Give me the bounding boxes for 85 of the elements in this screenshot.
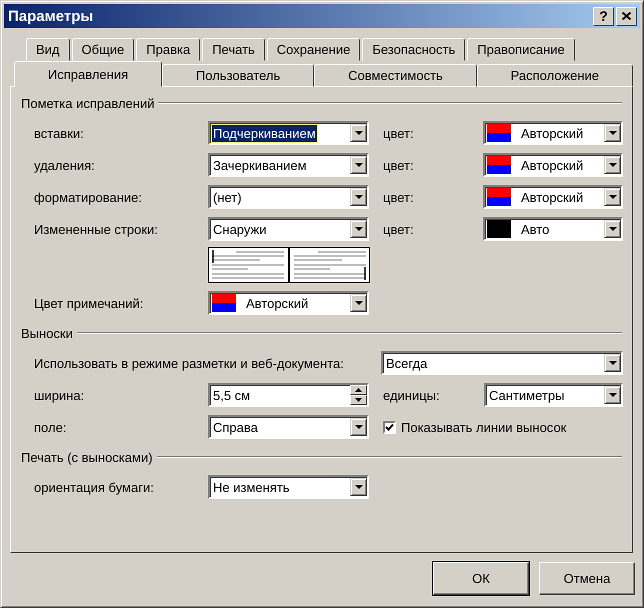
caret-up-icon: [355, 388, 362, 392]
dropdown-arrow-button[interactable]: [350, 478, 367, 496]
color-swatch-icon: [212, 294, 236, 312]
section-title: Выноски: [21, 326, 73, 340]
field-label: Цвет примечаний:: [34, 296, 144, 310]
caret-down-icon: [608, 131, 616, 135]
dropdown-arrow-button[interactable]: [350, 124, 367, 142]
tab[interactable]: Правка: [136, 38, 200, 61]
dialog-button[interactable]: Отмена: [539, 562, 635, 595]
caret-down-icon: [608, 393, 616, 397]
field-label: цвет:: [382, 222, 415, 236]
caret-down-icon: [354, 227, 362, 231]
dropdown[interactable]: Подчеркиванием: [208, 121, 369, 145]
caret-down-icon: [354, 163, 362, 167]
dropdown-arrow-button[interactable]: [604, 220, 621, 238]
field-label: ориентация бумаги:: [34, 480, 155, 494]
dropdown[interactable]: Всегда: [381, 351, 623, 375]
dropdown-arrow-button[interactable]: [604, 386, 621, 404]
caret-down-icon: [354, 425, 362, 429]
field-label: цвет:: [382, 190, 415, 204]
field-label: ширина:: [34, 388, 86, 402]
spin-up-button[interactable]: [350, 385, 367, 395]
checkmark-icon: [385, 422, 394, 432]
dropdown-arrow-button[interactable]: [350, 188, 367, 206]
caret-down-icon: [608, 361, 616, 365]
dropdown[interactable]: Справа: [208, 415, 369, 439]
dropdown-arrow-button[interactable]: [604, 188, 621, 206]
caret-down-icon: [355, 398, 362, 402]
dropdown[interactable]: Сантиметры: [484, 383, 623, 407]
window-title: Параметры: [8, 8, 94, 24]
field-label: удаления:: [34, 158, 96, 172]
dropdown[interactable]: Авторский: [483, 153, 623, 177]
caret-down-icon: [608, 163, 616, 167]
dropdown[interactable]: (нет): [208, 185, 369, 209]
caret-down-icon: [354, 195, 362, 199]
tab[interactable]: Исправления: [14, 61, 162, 87]
dropdown-arrow-button[interactable]: [604, 124, 621, 142]
color-swatch-icon: [487, 124, 511, 142]
field-label: вставки:: [34, 126, 85, 140]
tab[interactable]: Вид: [26, 38, 70, 61]
caret-down-icon: [608, 195, 616, 199]
field-label: цвет:: [382, 126, 415, 140]
dropdown[interactable]: Авторский: [208, 291, 369, 315]
dropdown-arrow-button[interactable]: [350, 220, 367, 238]
tab[interactable]: Печать: [202, 38, 265, 61]
caret-down-icon: [354, 485, 362, 489]
checkbox[interactable]: Показывать линии выносок: [383, 420, 566, 434]
caret-down-icon: [608, 227, 616, 231]
spin-down-button[interactable]: [350, 395, 367, 405]
help-button[interactable]: ?: [593, 6, 614, 26]
field-label: форматирование:: [34, 190, 143, 204]
tab[interactable]: Расположение: [476, 64, 633, 87]
dropdown-arrow-button[interactable]: [350, 418, 367, 436]
field-label: Измененные строки:: [34, 222, 159, 236]
close-icon: [622, 12, 631, 20]
dropdown[interactable]: Снаружи: [208, 217, 369, 241]
dropdown[interactable]: Авторский: [483, 121, 623, 145]
caret-down-icon: [354, 301, 362, 305]
tab[interactable]: Правописание: [467, 38, 575, 61]
spin-field[interactable]: 5,5 см: [208, 383, 369, 407]
color-swatch-icon: [487, 188, 511, 206]
tab[interactable]: Пользователь: [162, 64, 314, 87]
caret-down-icon: [354, 131, 362, 135]
tab[interactable]: Совместимость: [314, 64, 477, 87]
dropdown[interactable]: Авто: [483, 217, 623, 241]
dropdown[interactable]: Не изменять: [208, 475, 369, 499]
field-label: единицы:: [382, 388, 441, 402]
color-swatch-icon: [487, 220, 511, 238]
close-button[interactable]: [616, 6, 637, 26]
dropdown-arrow-button[interactable]: [350, 294, 367, 312]
field-label: Использовать в режиме разметки и веб-документа:: [34, 356, 345, 370]
field-label: поле:: [34, 420, 68, 434]
color-swatch-icon: [487, 156, 511, 174]
tab[interactable]: Безопасность: [362, 38, 466, 61]
dropdown-arrow-button[interactable]: [604, 354, 621, 372]
dropdown-arrow-button[interactable]: [604, 156, 621, 174]
dialog-button[interactable]: ОК: [433, 562, 529, 595]
tab[interactable]: Общие: [72, 38, 134, 61]
section-title: Пометка исправлений: [21, 96, 154, 110]
dropdown[interactable]: Авторский: [483, 185, 623, 209]
dropdown-arrow-button[interactable]: [350, 156, 367, 174]
tab[interactable]: Сохранение: [266, 38, 360, 61]
section-title: Печать (с выносками): [21, 450, 153, 464]
dropdown[interactable]: Зачеркиванием: [208, 153, 369, 177]
field-label: цвет:: [382, 158, 415, 172]
